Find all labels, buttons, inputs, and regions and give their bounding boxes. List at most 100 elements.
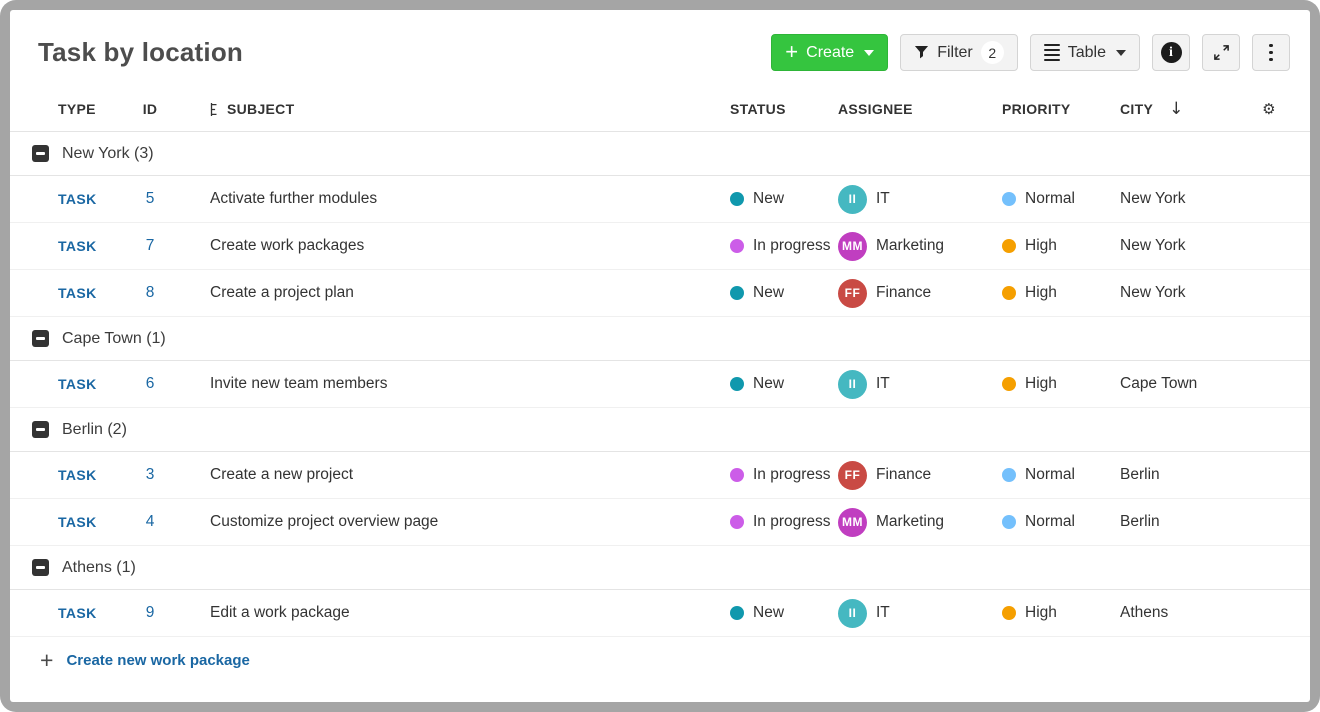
id-link[interactable]: 8	[146, 284, 155, 302]
work-package-row[interactable]: TASK 9 Edit a work package New IIIT High Athen…	[10, 590, 1310, 637]
priority-cell[interactable]: Normal	[1002, 190, 1120, 208]
status-cell[interactable]: New	[730, 190, 838, 208]
assignee-cell[interactable]: IIIT	[838, 599, 1002, 628]
fullscreen-button[interactable]	[1202, 34, 1240, 71]
work-package-row[interactable]: TASK 5 Activate further modulesNewIIIT Norm…	[10, 176, 1310, 223]
priority-cell[interactable]: High	[1002, 375, 1120, 393]
priority-dot	[1002, 192, 1016, 206]
id-link[interactable]: 9	[146, 604, 155, 622]
view-mode-button[interactable]: Table	[1030, 34, 1140, 71]
collapse-group-icon[interactable]	[32, 330, 49, 347]
column-header-priority[interactable]: PRIORITY	[1002, 101, 1120, 117]
avatar: MM	[838, 508, 867, 537]
work-package-row[interactable]: TASK 8 Create a project plan New FFFinanceHi…	[10, 270, 1310, 317]
create-new-work-package-label: Create new work package	[66, 652, 249, 669]
assignee-cell[interactable]: MMMarketing	[838, 232, 1002, 261]
kebab-menu-icon	[1269, 44, 1273, 62]
column-header-city[interactable]: CITY ↓	[1120, 99, 1248, 119]
column-header-id[interactable]: ID	[118, 101, 182, 117]
status-dot	[730, 192, 744, 206]
assignee-cell[interactable]: II IT	[838, 370, 1002, 399]
toolbar: + Create Filter 2 Table i	[771, 34, 1290, 71]
assignee-label: Marketing	[876, 513, 944, 531]
priority-label: Normal	[1025, 513, 1075, 531]
status-cell[interactable]: New	[730, 604, 838, 622]
work-package-row[interactable]: TASK6Invite new team membersNewIIITHighC…	[10, 361, 1310, 408]
work-package-row[interactable]: TASK 4 Customize project overview pageIn p…	[10, 499, 1310, 546]
subject-cell[interactable]: Invite new team members	[182, 375, 730, 393]
column-header-subject[interactable]: SUBJECT	[182, 101, 730, 117]
type-link[interactable]: TASK	[58, 376, 97, 392]
column-header-assignee[interactable]: ASSIGNEE	[838, 101, 1002, 117]
status-label: In progress	[753, 237, 831, 255]
status-cell[interactable]: New	[730, 375, 838, 393]
info-button[interactable]: i	[1152, 34, 1190, 71]
id-link[interactable]: 7	[146, 237, 155, 255]
group-header-row[interactable]: Cape Town (1)	[10, 317, 1310, 361]
priority-label: Normal	[1025, 466, 1075, 484]
type-link[interactable]: TASK	[58, 238, 97, 254]
priority-label: High	[1025, 604, 1057, 622]
collapse-group-icon[interactable]	[32, 421, 49, 438]
priority-dot	[1002, 515, 1016, 529]
type-link[interactable]: TASK	[58, 285, 97, 301]
status-dot	[730, 606, 744, 620]
priority-cell[interactable]: Normal	[1002, 513, 1120, 531]
subject-cell[interactable]: Activate further modules	[182, 190, 730, 208]
create-new-work-package-link[interactable]: + Create new work package	[10, 637, 1310, 684]
id-link[interactable]: 4	[146, 513, 155, 531]
column-header-city-label: CITY	[1120, 101, 1153, 117]
status-label: New	[753, 284, 784, 302]
group-header-row[interactable]: New York (3)	[10, 132, 1310, 176]
subject-cell[interactable]: Create a new project	[182, 466, 730, 484]
priority-label: Normal	[1025, 190, 1075, 208]
group-label: Athens (1)	[62, 559, 136, 577]
column-header-subject-label: SUBJECT	[227, 101, 294, 117]
type-link[interactable]: TASK	[58, 605, 97, 621]
work-package-row[interactable]: TASK 7 Create work packages In progress MMMa…	[10, 223, 1310, 270]
assignee-label: Marketing	[876, 237, 944, 255]
more-options-button[interactable]	[1252, 34, 1290, 71]
type-link[interactable]: TASK	[58, 467, 97, 483]
status-label: New	[753, 604, 784, 622]
status-dot	[730, 515, 744, 529]
city-cell: New York	[1120, 284, 1248, 302]
column-header-type[interactable]: TYPE	[30, 101, 118, 117]
id-link[interactable]: 3	[146, 466, 155, 484]
status-cell[interactable]: In progress	[730, 237, 838, 255]
table-settings-gear-icon[interactable]: ⚙	[1262, 100, 1276, 118]
assignee-cell[interactable]: FFFinance	[838, 461, 1002, 490]
assignee-cell[interactable]: FFFinance	[838, 279, 1002, 308]
group-header-row[interactable]: Athens (1)	[10, 546, 1310, 590]
status-cell[interactable]: In progress	[730, 466, 838, 484]
city-cell: Athens	[1120, 604, 1248, 622]
type-link[interactable]: TASK	[58, 514, 97, 530]
priority-cell[interactable]: High	[1002, 604, 1120, 622]
priority-cell[interactable]: Normal	[1002, 466, 1120, 484]
status-cell[interactable]: New	[730, 284, 838, 302]
assignee-cell[interactable]: MM Marketing	[838, 508, 1002, 537]
avatar: II	[838, 370, 867, 399]
subject-cell[interactable]: Edit a work package	[182, 604, 730, 622]
subject-cell[interactable]: Create work packages	[182, 237, 730, 255]
filter-button-label: Filter	[937, 44, 973, 62]
assignee-cell[interactable]: IIIT	[838, 185, 1002, 214]
assignee-label: Finance	[876, 284, 931, 302]
id-link[interactable]: 6	[146, 375, 155, 393]
collapse-group-icon[interactable]	[32, 145, 49, 162]
create-button[interactable]: + Create	[771, 34, 888, 71]
column-header-status[interactable]: STATUS	[730, 101, 838, 117]
assignee-label: IT	[876, 375, 890, 393]
priority-cell[interactable]: High	[1002, 237, 1120, 255]
priority-cell[interactable]: High	[1002, 284, 1120, 302]
hierarchy-icon[interactable]	[210, 102, 219, 117]
type-link[interactable]: TASK	[58, 191, 97, 207]
filter-button[interactable]: Filter 2	[900, 34, 1018, 71]
id-link[interactable]: 5	[146, 190, 155, 208]
work-package-row[interactable]: TASK 3 Create a new projectIn progressFFFi…	[10, 452, 1310, 499]
collapse-group-icon[interactable]	[32, 559, 49, 576]
subject-cell[interactable]: Customize project overview page	[182, 513, 730, 531]
subject-cell[interactable]: Create a project plan	[182, 284, 730, 302]
status-cell[interactable]: In progress	[730, 513, 838, 531]
group-header-row[interactable]: Berlin (2)	[10, 408, 1310, 452]
